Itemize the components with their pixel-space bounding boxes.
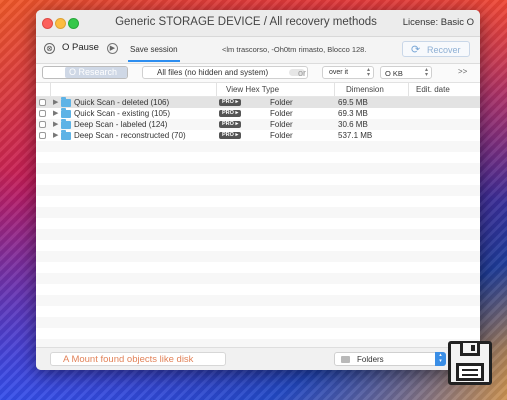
zoom-window-button[interactable] [68, 18, 79, 29]
floppy-shutter [460, 343, 480, 356]
row-checkbox[interactable] [39, 121, 46, 128]
size-value-label: O KB [385, 69, 403, 78]
table-row[interactable]: ▶ Quick Scan - existing (105) PRO ▸ Fold… [36, 108, 480, 119]
row-type: Folder [270, 120, 293, 129]
column-header-edit-date[interactable]: Edit. date [416, 85, 450, 94]
table-header: View Hex Type Dimension Edit. date [36, 83, 480, 97]
save-session-button[interactable]: Save session [130, 45, 178, 54]
folder-icon [341, 356, 350, 363]
size-condition-stepper-icon: ▴ ▾ [366, 67, 370, 78]
column-separator [216, 83, 217, 96]
table-row[interactable]: ▶ Quick Scan - deleted (106) PRO ▸ Folde… [36, 97, 480, 108]
toolbar: ⊗ O Pause ▶ Save session <lm trascorso, … [36, 37, 480, 64]
recover-label: Recover [427, 45, 461, 55]
table-row[interactable]: ▶ Deep Scan - reconstructed (70) PRO ▸ F… [36, 130, 480, 141]
more-chevron-icon[interactable]: >> [458, 67, 467, 76]
row-type: Folder [270, 109, 293, 118]
size-value-stepper-icon: ▴ ▾ [424, 67, 428, 78]
app-window: Generic STORAGE DEVICE / All recovery me… [36, 10, 480, 370]
filter-bar: O Research All files (no hidden and syst… [36, 64, 480, 83]
size-condition-select[interactable]: over it ▴ ▾ [322, 66, 374, 79]
column-header-type[interactable]: View Hex Type [226, 85, 279, 94]
view-mode-stepper-icon[interactable]: ▴ ▾ [435, 352, 446, 366]
row-type: Folder [270, 131, 293, 140]
recover-icon: ⟳ [411, 44, 421, 56]
size-value-field[interactable]: O KB ▴ ▾ [380, 66, 432, 79]
folder-icon [61, 119, 71, 129]
search-field[interactable]: O Research [42, 66, 128, 79]
pause-button[interactable]: O Pause [62, 42, 99, 53]
disclosure-triangle-icon[interactable]: ▶ [53, 109, 58, 117]
mount-label: A Mount found objects like disk [63, 354, 194, 365]
pro-badge[interactable]: PRO ▸ [219, 110, 242, 117]
title-bar: Generic STORAGE DEVICE / All recovery me… [36, 10, 480, 37]
row-dimension: 69.3 MB [338, 109, 368, 118]
row-name: Quick Scan - existing (105) [74, 109, 171, 118]
table-row[interactable]: ▶ Deep Scan - labeled (124) PRO ▸ Folder… [36, 119, 480, 130]
folder-icon [61, 97, 71, 107]
row-checkbox[interactable] [39, 110, 46, 117]
license-label: License: Basic O [402, 17, 474, 28]
scan-status-text: <lm trascorso, -Oh0tm rimasto, Blocco 12… [222, 45, 367, 54]
view-mode-select[interactable]: Folders ▴ ▾ [334, 352, 446, 366]
folder-icon [61, 130, 71, 140]
stop-icon[interactable]: ⊗ [44, 43, 55, 54]
pro-badge[interactable]: PRO ▸ [219, 121, 242, 128]
play-arrow-icon[interactable]: ▶ [107, 43, 118, 54]
file-filter-label: All files (no hidden and system) [157, 68, 269, 77]
row-checkbox[interactable] [39, 99, 46, 106]
close-window-button[interactable] [42, 18, 53, 29]
view-mode-label: Folders [357, 355, 384, 364]
column-header-dimension[interactable]: Dimension [346, 85, 384, 94]
row-name: Quick Scan - deleted (106) [74, 98, 170, 107]
window-title: Generic STORAGE DEVICE / All recovery me… [115, 16, 377, 28]
row-name: Deep Scan - reconstructed (70) [74, 131, 186, 140]
row-dimension: 537.1 MB [338, 131, 373, 140]
disclosure-triangle-icon[interactable]: ▶ [53, 120, 58, 128]
folder-icon [61, 108, 71, 118]
pro-badge[interactable]: PRO ▸ [219, 132, 242, 139]
file-filter-select[interactable]: All files (no hidden and system) [142, 66, 308, 79]
floppy-save-icon[interactable] [448, 341, 492, 385]
row-checkbox[interactable] [39, 132, 46, 139]
minimize-window-button[interactable] [55, 18, 66, 29]
or-label: or [298, 68, 307, 78]
mount-button[interactable]: A Mount found objects like disk [50, 352, 226, 366]
row-dimension: 30.6 MB [338, 120, 368, 129]
bottom-bar: A Mount found objects like disk Folders … [36, 347, 480, 370]
search-label: O Research [65, 67, 127, 78]
row-type: Folder [270, 98, 293, 107]
scan-progress-bar [128, 60, 180, 62]
recover-button[interactable]: ⟳ Recover [402, 41, 470, 57]
column-separator [334, 83, 335, 96]
floppy-label [456, 363, 484, 381]
column-separator [408, 83, 409, 96]
file-table: ▶ Quick Scan - deleted (106) PRO ▸ Folde… [36, 97, 480, 347]
row-name: Deep Scan - labeled (124) [74, 120, 168, 129]
size-condition-label: over it [329, 69, 349, 76]
pro-badge[interactable]: PRO ▸ [219, 99, 242, 106]
disclosure-triangle-icon[interactable]: ▶ [53, 98, 58, 106]
column-separator [50, 83, 51, 96]
disclosure-triangle-icon[interactable]: ▶ [53, 131, 58, 139]
row-dimension: 69.5 MB [338, 98, 368, 107]
